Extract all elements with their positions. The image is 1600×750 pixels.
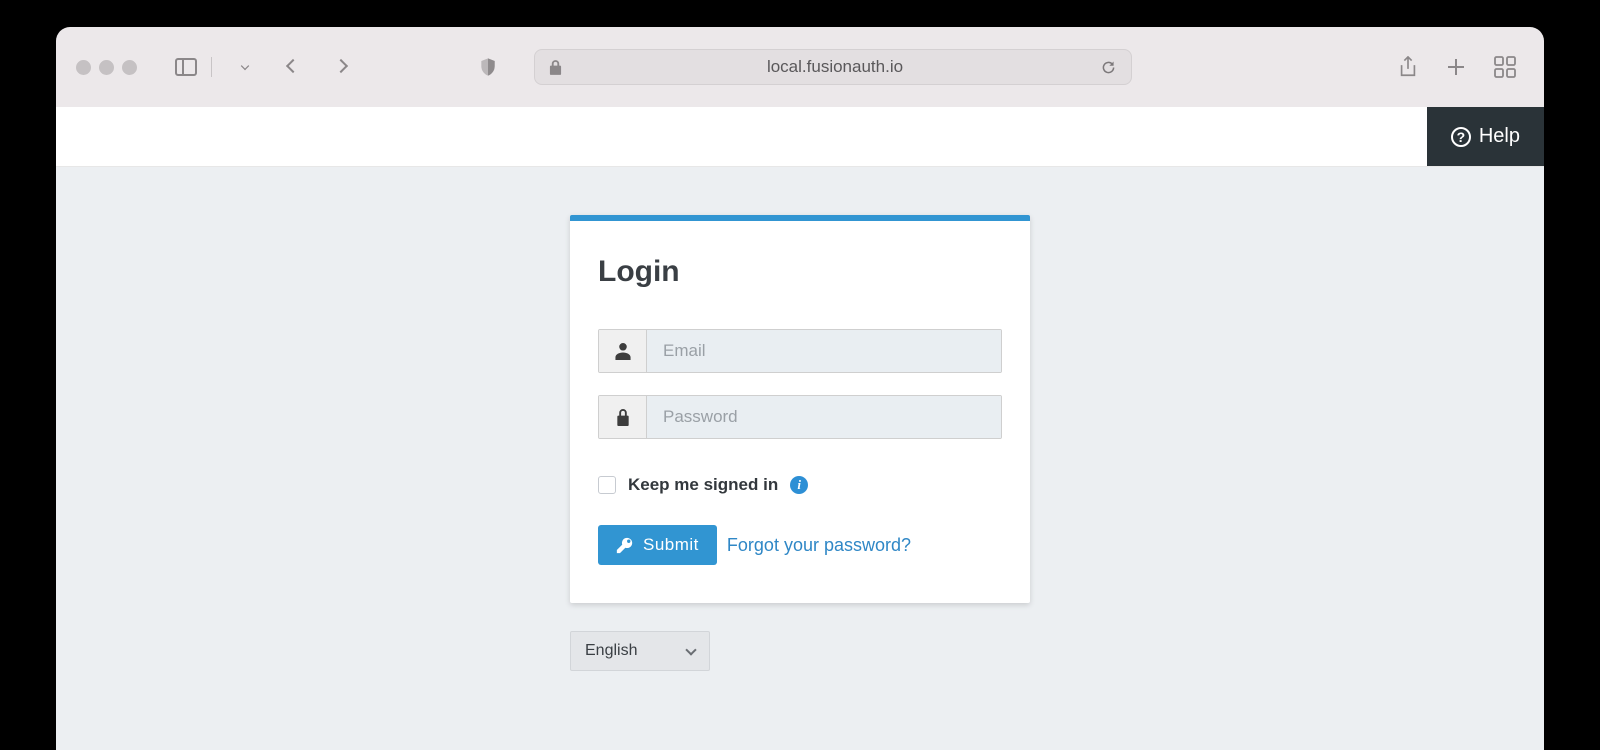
action-row: Submit Forgot your password? (598, 525, 1002, 565)
login-title: Login (598, 255, 1002, 289)
login-card: Login Kee (570, 215, 1030, 603)
tab-group-dropdown[interactable] (226, 52, 264, 82)
sidebar-toggle-icon[interactable] (175, 58, 197, 76)
help-icon: ? (1451, 127, 1471, 147)
email-input-group (598, 329, 1002, 373)
page-viewport: ? Help Login (56, 107, 1544, 750)
lock-icon (599, 396, 647, 438)
remember-checkbox[interactable] (598, 476, 616, 494)
page-topbar: ? Help (56, 107, 1544, 167)
email-field[interactable] (647, 330, 1001, 372)
remember-row: Keep me signed in i (598, 475, 1002, 495)
info-icon[interactable]: i (790, 476, 808, 494)
nav-forward-button[interactable] (322, 52, 360, 82)
window-close[interactable] (76, 60, 91, 75)
browser-window: local.fusionauth.io (56, 27, 1544, 750)
window-controls (76, 60, 137, 75)
language-select[interactable]: English (570, 631, 710, 671)
privacy-shield-icon[interactable] (480, 57, 496, 77)
key-icon (616, 537, 633, 554)
new-tab-icon[interactable] (1446, 57, 1466, 77)
forgot-password-link[interactable]: Forgot your password? (727, 535, 911, 556)
lock-icon (549, 60, 562, 75)
nav-back-button[interactable] (274, 52, 312, 82)
submit-button[interactable]: Submit (598, 525, 717, 565)
user-icon (599, 330, 647, 372)
remember-label: Keep me signed in (628, 475, 778, 495)
language-value: English (585, 642, 637, 660)
password-field[interactable] (647, 396, 1001, 438)
address-bar[interactable]: local.fusionauth.io (534, 49, 1132, 85)
help-label: Help (1479, 125, 1520, 148)
share-icon[interactable] (1398, 56, 1418, 78)
help-button[interactable]: ? Help (1427, 107, 1544, 166)
page-body: Login Kee (56, 167, 1544, 750)
password-input-group (598, 395, 1002, 439)
window-zoom[interactable] (122, 60, 137, 75)
window-minimize[interactable] (99, 60, 114, 75)
chevron-down-icon (685, 644, 696, 655)
divider (211, 57, 212, 77)
address-url: local.fusionauth.io (570, 57, 1100, 77)
reload-icon[interactable] (1100, 59, 1117, 76)
browser-chrome: local.fusionauth.io (56, 27, 1544, 107)
tab-overview-icon[interactable] (1494, 56, 1516, 78)
submit-label: Submit (643, 535, 699, 555)
